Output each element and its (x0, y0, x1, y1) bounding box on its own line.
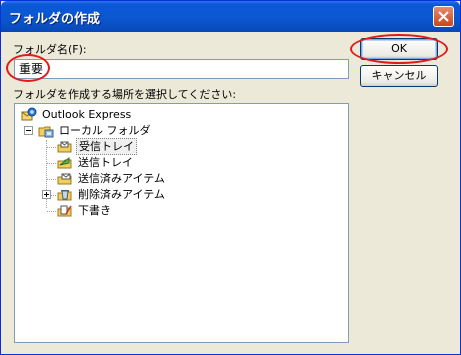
drafts-icon (57, 205, 72, 217)
tree-item-label: 送信済みアイテム (78, 172, 165, 185)
local-folders-icon (38, 126, 54, 138)
dialog-title: フォルダの作成 (9, 12, 101, 27)
folder-tree[interactable]: Outlook Express ローカル フォルダ 受信トレイ 送信トレイ 送信… (14, 103, 349, 343)
outbox-icon (57, 156, 72, 169)
tree-line (47, 211, 56, 212)
folder-name-input[interactable]: 重要 (14, 59, 349, 79)
tree-line (47, 163, 56, 164)
folder-name-label: フォルダ名(F): (13, 43, 87, 56)
collapse-toggle[interactable] (24, 126, 33, 135)
inbox-icon (57, 141, 72, 153)
tree-item-label: 削除済みアイテム (78, 188, 165, 201)
tree-line (47, 179, 56, 180)
deleted-items-icon (57, 190, 72, 201)
tree-item-label: Outlook Express (42, 108, 132, 121)
tree-item-sent-items[interactable]: 送信済みアイテム (57, 171, 257, 187)
outlook-express-icon (21, 107, 37, 121)
close-button[interactable] (433, 6, 454, 27)
tree-line (47, 147, 56, 148)
tree-item-deleted-items[interactable]: 削除済みアイテム (57, 187, 257, 203)
tree-item-label: 受信トレイ (76, 138, 137, 155)
ok-button[interactable]: OK (360, 38, 438, 60)
title-bar[interactable]: フォルダの作成 (1, 1, 460, 32)
location-label: フォルダを作成する場所を選択してください: (13, 88, 237, 101)
expand-toggle[interactable] (42, 190, 51, 199)
create-folder-dialog: フォルダの作成 フォルダ名(F): 重要 フォルダを作成する場所を選択してくださ… (0, 0, 461, 355)
tree-item-outbox[interactable]: 送信トレイ (57, 155, 257, 171)
tree-item-inbox[interactable]: 受信トレイ (57, 138, 257, 155)
tree-item-label: ローカル フォルダ (59, 124, 151, 137)
tree-item-label: 送信トレイ (78, 156, 133, 169)
tree-item-label: 下書き (78, 204, 111, 217)
tree-item-local-folders[interactable]: ローカル フォルダ (37, 123, 237, 139)
tree-item-drafts[interactable]: 下書き (57, 203, 257, 219)
tree-line (51, 195, 56, 196)
close-icon (438, 11, 449, 22)
sent-items-icon (57, 173, 72, 185)
tree-item-outlook-express[interactable]: Outlook Express (19, 107, 219, 123)
cancel-button[interactable]: キャンセル (360, 65, 438, 87)
